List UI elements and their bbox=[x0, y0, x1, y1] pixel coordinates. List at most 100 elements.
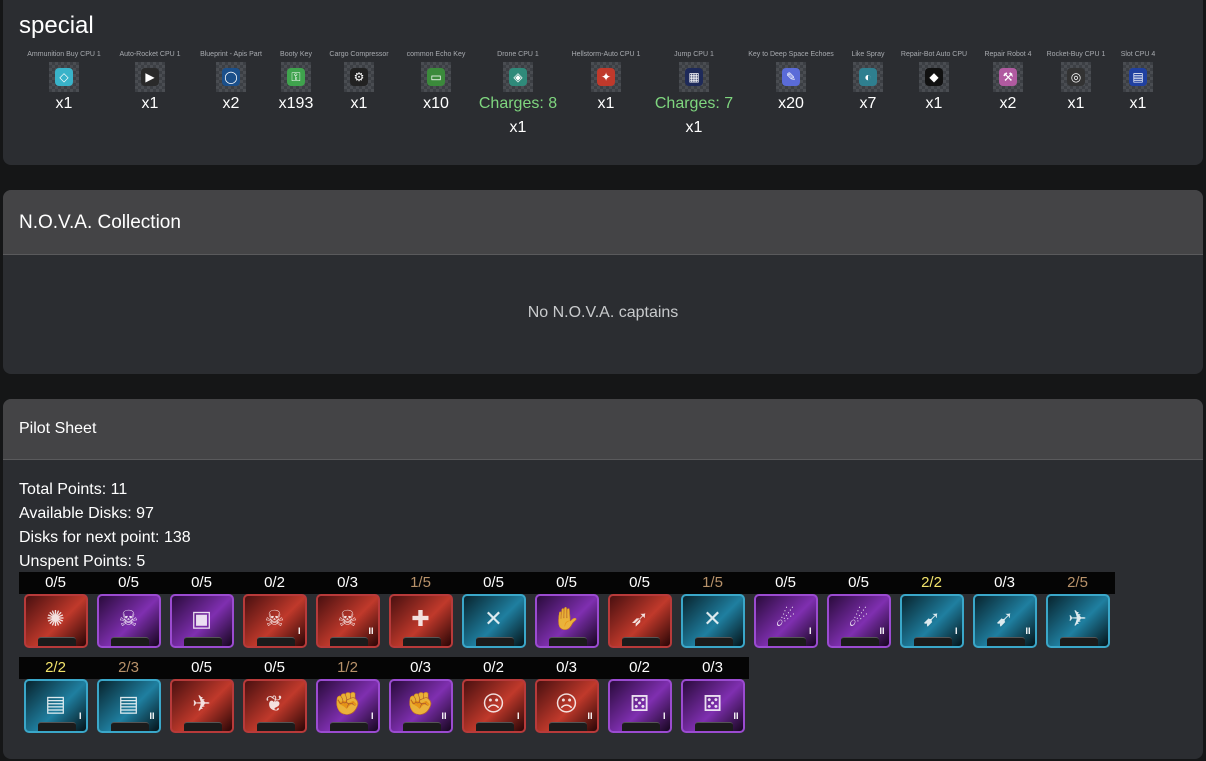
item-glyph: ✦ bbox=[597, 68, 615, 86]
skill-level: 1/5 bbox=[702, 574, 723, 591]
rifle-icon[interactable]: ✚ bbox=[388, 594, 453, 648]
skill-tier: II bbox=[587, 711, 593, 721]
ship-icon[interactable]: ➹ I bbox=[899, 594, 964, 648]
cargo-box-icon[interactable]: ▣ bbox=[169, 594, 234, 648]
skill-card[interactable]: 0/2 ☹ I bbox=[457, 657, 530, 733]
skill-level: 0/5 bbox=[191, 659, 212, 676]
wrench-icon[interactable]: ✕ bbox=[461, 594, 526, 648]
hellstorm-cpu-icon[interactable]: ✦ bbox=[591, 62, 621, 92]
skill-art: ☠ bbox=[264, 605, 285, 631]
skill-level: 2/5 bbox=[1067, 574, 1088, 591]
item-glyph: ▭ bbox=[427, 68, 445, 86]
skill-base bbox=[402, 722, 441, 731]
wrench-icon[interactable]: ✕ bbox=[680, 594, 745, 648]
skill-card[interactable]: 0/3 ⚄ II bbox=[676, 657, 749, 733]
pirate-captain-icon[interactable]: ☠ bbox=[96, 594, 161, 648]
skill-tier: I bbox=[370, 711, 374, 721]
money-icon[interactable]: ▤ I bbox=[23, 679, 88, 733]
gift-icon[interactable]: ❦ bbox=[242, 679, 307, 733]
skill-base bbox=[37, 722, 76, 731]
nova-header: N.O.V.A. Collection bbox=[3, 190, 1203, 255]
skull-icon[interactable]: ☠ II bbox=[315, 594, 380, 648]
skill-base bbox=[840, 637, 879, 646]
skill-card[interactable]: 0/5 ➶ bbox=[603, 572, 676, 648]
skill-card[interactable]: 1/5 ✕ bbox=[676, 572, 749, 648]
auto-rocket-cpu-icon[interactable]: ▶ bbox=[135, 62, 165, 92]
skill-card[interactable]: 0/5 ☄ I bbox=[749, 572, 822, 648]
fighter-icon[interactable]: ✈ bbox=[1045, 594, 1110, 648]
skill-art: ✺ bbox=[46, 605, 65, 631]
skill-level: 0/3 bbox=[994, 574, 1015, 591]
skill-art: ☄ bbox=[848, 605, 869, 631]
fist-icon[interactable]: ✊ II bbox=[388, 679, 453, 733]
skill-card[interactable]: 0/2 ⚄ I bbox=[603, 657, 676, 733]
skill-card[interactable]: 0/3 ➹ II bbox=[968, 572, 1041, 648]
item-glyph: ▦ bbox=[685, 68, 703, 86]
skill-art: ✕ bbox=[484, 605, 503, 631]
skill-card[interactable]: 0/5 ✈ bbox=[165, 657, 238, 733]
skill-art: ☠ bbox=[118, 605, 139, 631]
item-label: Slot CPU 4 bbox=[1120, 51, 1156, 58]
skill-level: 0/5 bbox=[848, 574, 869, 591]
deep-space-key-icon[interactable]: ✎ bbox=[776, 62, 806, 92]
jump-cpu-icon[interactable]: ▦ bbox=[679, 62, 709, 92]
comet-icon[interactable]: ☄ I bbox=[753, 594, 818, 648]
ammo-cpu-icon[interactable]: ◇ bbox=[49, 62, 79, 92]
skill-tier: II bbox=[879, 626, 885, 636]
skill-card[interactable]: 2/5 ✈ bbox=[1041, 572, 1114, 648]
item-glyph: ⚙ bbox=[350, 68, 368, 86]
skill-card[interactable]: 0/5 ☠ bbox=[92, 572, 165, 648]
item-quantity: x1 bbox=[685, 119, 703, 136]
item-glyph: ✎ bbox=[782, 68, 800, 86]
rocket-icon[interactable]: ➶ bbox=[607, 594, 672, 648]
skill-card[interactable]: 0/2 ☠ I bbox=[238, 572, 311, 648]
hand-icon[interactable]: ✋ bbox=[534, 594, 599, 648]
skill-art: ☠ bbox=[337, 605, 358, 631]
skill-card[interactable]: 0/5 ▣ bbox=[165, 572, 238, 648]
skill-card[interactable]: 0/3 ☹ II bbox=[530, 657, 603, 733]
explosion-icon[interactable]: ✺ bbox=[23, 594, 88, 648]
fist-icon[interactable]: ✊ I bbox=[315, 679, 380, 733]
skill-card[interactable]: 0/5 ✺ bbox=[19, 572, 92, 648]
skill-tier: I bbox=[808, 626, 812, 636]
skill-card[interactable]: 2/2 ➹ I bbox=[895, 572, 968, 648]
skill-row-1: 0/5 ✺ 0/5 ☠ 0/5 ▣ 0/2 ☠ I 0/3 ☠ II 1/5 ✚ 0/5 ✕ 0/5 ✋ 0/5 ➶ 1… bbox=[19, 572, 1115, 648]
skill-card[interactable]: 0/3 ✊ II bbox=[384, 657, 457, 733]
dice-icon[interactable]: ⚄ I bbox=[607, 679, 672, 733]
skill-base bbox=[256, 722, 295, 731]
drone-cpu-icon[interactable]: ◈ bbox=[503, 62, 533, 92]
skill-card[interactable]: 0/5 ☄ II bbox=[822, 572, 895, 648]
jet-icon[interactable]: ✈ bbox=[169, 679, 234, 733]
skill-card[interactable]: 0/3 ☠ II bbox=[311, 572, 384, 648]
face-icon[interactable]: ☹ I bbox=[461, 679, 526, 733]
slot-cpu-icon[interactable]: ▤ bbox=[1123, 62, 1153, 92]
skill-card[interactable]: 1/5 ✚ bbox=[384, 572, 457, 648]
item-glyph: ◇ bbox=[55, 68, 73, 86]
skill-level: 0/3 bbox=[410, 659, 431, 676]
money-icon[interactable]: ▤ II bbox=[96, 679, 161, 733]
skill-art: ☹ bbox=[555, 690, 578, 716]
skill-card[interactable]: 0/5 ✋ bbox=[530, 572, 603, 648]
skill-card[interactable]: 0/5 ❦ bbox=[238, 657, 311, 733]
skill-card[interactable]: 0/5 ✕ bbox=[457, 572, 530, 648]
special-title: special bbox=[19, 12, 94, 39]
comet-icon[interactable]: ☄ II bbox=[826, 594, 891, 648]
face-icon[interactable]: ☹ II bbox=[534, 679, 599, 733]
item-glyph: ◈ bbox=[509, 68, 527, 86]
skull-icon[interactable]: ☠ I bbox=[242, 594, 307, 648]
skill-card[interactable]: 2/3 ▤ II bbox=[92, 657, 165, 733]
skill-tier: I bbox=[297, 626, 301, 636]
repair-bot-cpu-icon[interactable]: ◆ bbox=[919, 62, 949, 92]
ship-icon[interactable]: ➹ II bbox=[972, 594, 1037, 648]
item-quantity: x1 bbox=[509, 119, 527, 136]
skill-card[interactable]: 2/2 ▤ I bbox=[19, 657, 92, 733]
skill-level: 0/5 bbox=[556, 574, 577, 591]
dice-icon[interactable]: ⚄ II bbox=[680, 679, 745, 733]
skill-tier: I bbox=[78, 711, 82, 721]
cargo-compressor-icon[interactable]: ⚙ bbox=[344, 62, 374, 92]
skill-card[interactable]: 1/2 ✊ I bbox=[311, 657, 384, 733]
total-points: Total Points: 11 bbox=[19, 481, 128, 498]
item-glyph: ◆ bbox=[925, 68, 943, 86]
nova-panel: N.O.V.A. Collection No N.O.V.A. captains bbox=[3, 190, 1203, 374]
echo-key-icon[interactable]: ▭ bbox=[421, 62, 451, 92]
